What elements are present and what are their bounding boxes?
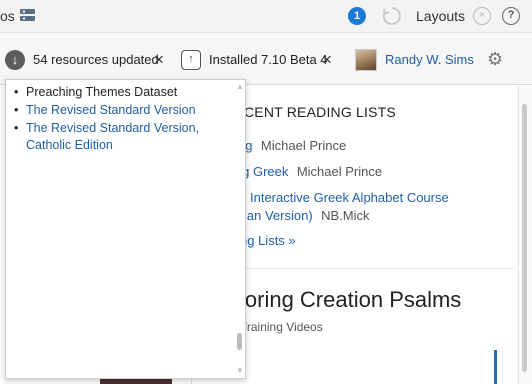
help-icon[interactable]: ?: [502, 7, 520, 25]
scroll-down-icon[interactable]: ▼: [236, 366, 244, 375]
dismiss-installed-icon[interactable]: ×: [322, 51, 332, 68]
scroll-up-icon[interactable]: ▲: [236, 82, 244, 91]
dismiss-updates-icon[interactable]: ×: [154, 51, 164, 68]
reading-list-title[interactable]: Interactive Greek Alphabet Course: [250, 190, 449, 205]
update-status-bar: ↓ 54 resources updated × ↑ Installed 7.1…: [0, 33, 532, 85]
reading-list-item[interactable]: ing Greek Michael Prince: [232, 163, 512, 181]
feature-accent-image: [494, 350, 497, 384]
download-arrow-icon[interactable]: ↓: [5, 50, 25, 70]
popup-scrollbar[interactable]: ▲ ▼: [234, 80, 245, 378]
list-item: Preaching Themes Dataset: [14, 84, 219, 101]
sync-icon[interactable]: [382, 6, 402, 26]
reading-list-author: Michael Prince: [296, 164, 383, 179]
popup-scrollbar-thumb[interactable]: [237, 333, 242, 350]
top-toolbar: os 1 Layouts × ?: [0, 0, 532, 33]
reading-list-item[interactable]: ng Michael Prince: [238, 137, 518, 155]
reading-list-title[interactable]: ian Version): [244, 208, 313, 223]
installed-version-label[interactable]: Installed 7.10 Beta 4: [209, 52, 328, 67]
recent-reading-lists-heading: CENT READING LISTS: [244, 104, 396, 120]
resources-updated-label[interactable]: 54 resources updated: [33, 52, 159, 67]
library-icon[interactable]: [20, 9, 35, 22]
layouts-menu[interactable]: Layouts: [416, 8, 465, 24]
avatar[interactable]: [355, 49, 377, 71]
reading-list-author: NB.Mick: [321, 208, 370, 223]
list-item[interactable]: The Revised Standard Version, Catholic E…: [14, 120, 219, 154]
reading-list-author: Michael Prince: [260, 138, 347, 153]
reading-list-item[interactable]: ian Version) NB.Mick: [244, 207, 514, 225]
updated-resources-popup: Preaching Themes Dataset The Revised Sta…: [5, 79, 246, 379]
notification-badge[interactable]: 1: [348, 7, 366, 25]
feature-title[interactable]: loring Creation Psalms: [240, 287, 461, 313]
more-reading-lists-link[interactable]: ng Lists »: [240, 233, 296, 248]
reading-list-item[interactable]: Interactive Greek Alphabet Course: [250, 189, 518, 207]
main-scrollbar-thumb[interactable]: [522, 104, 527, 372]
toolbar-left-fragment[interactable]: os: [0, 8, 15, 24]
installed-update-icon[interactable]: ↑: [181, 50, 201, 70]
updated-resources-list: Preaching Themes Dataset The Revised Sta…: [14, 84, 219, 155]
list-item[interactable]: The Revised Standard Version: [14, 102, 219, 119]
close-icon[interactable]: ×: [473, 7, 491, 25]
gear-icon[interactable]: ⚙: [487, 50, 503, 68]
user-name-link[interactable]: Randy W. Sims: [385, 52, 474, 67]
feature-subtitle: Training Videos: [240, 320, 323, 334]
